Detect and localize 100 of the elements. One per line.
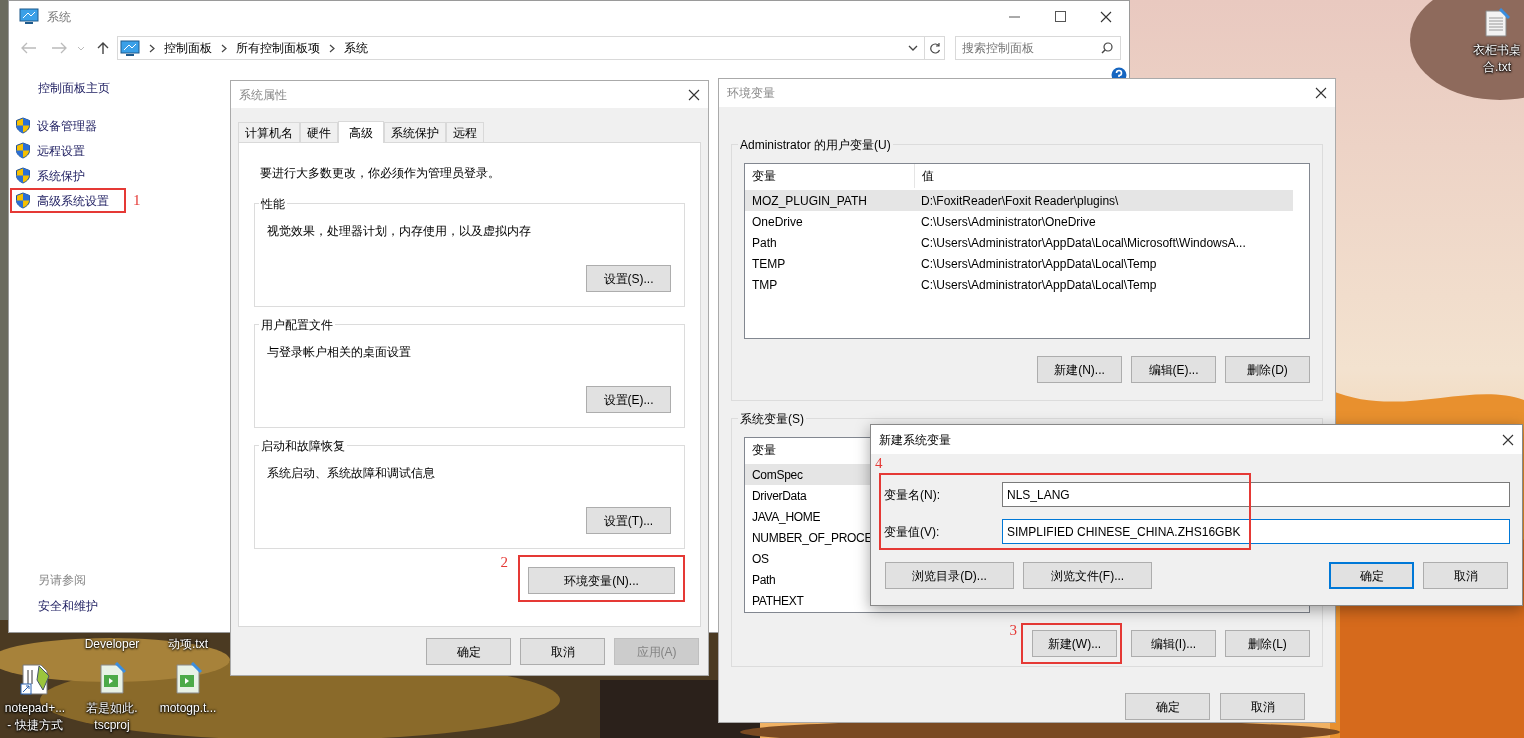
tab[interactable]: 高级 [338,121,384,143]
table-cell-text: Path [751,571,776,589]
breadcrumb-link[interactable]: 控制面板 [164,39,212,57]
home-link[interactable]: 控制面板主页 [38,79,224,97]
close-icon[interactable] [1502,433,1514,446]
group-title: 性能 [259,195,287,213]
new-button[interactable]: 新建(N)... [1037,356,1122,383]
group-title: Administrator 的用户变量(U) [738,136,893,154]
sidebar-link[interactable]: 安全和维护 [38,597,224,615]
cancel-button[interactable]: 取消 [520,638,605,665]
video-file-icon[interactable] [174,662,202,696]
settings-button[interactable]: 设置(S)... [586,265,671,292]
sidebar-link[interactable]: 设备管理器 [10,113,126,138]
ok-button[interactable]: 确定 [426,638,511,665]
shield-icon [15,142,31,159]
icon-label: 动项.txt [167,636,209,653]
sidebar-link[interactable]: 高级系统设置 [10,188,126,213]
field-label: 变量值(V): [884,523,941,541]
table-cell-text: MOZ_PLUGIN_PATH [751,192,868,210]
icon-label: motogp.t... [159,700,217,717]
settings-button[interactable]: 设置(T)... [586,507,671,534]
sidebar-link[interactable]: 系统保护 [10,163,126,188]
column-header[interactable]: 值 [915,164,1293,188]
callout-number: 4 [875,456,883,471]
table-cell-text: ComSpec [751,466,803,484]
section-heading: 另请参阅 [38,572,87,589]
group-description: 视觉效果，处理器计划，内存使用，以及虚拟内存 [267,223,532,240]
computer-icon [120,39,140,57]
sidebar-link[interactable]: 远程设置 [10,138,126,163]
delete-button[interactable]: 删除(L) [1225,630,1310,657]
dropdown-caret-icon[interactable] [908,45,918,51]
group-title: 系统变量(S) [738,410,806,428]
close-icon [1100,10,1112,23]
table-cell-text: JAVA_HOME [751,508,821,526]
group-title: 用户配置文件 [259,316,335,334]
shield-icon [15,167,31,184]
edit-button[interactable]: 编辑(E)... [1131,356,1216,383]
breadcrumb-link[interactable]: 系统 [344,39,368,57]
tab[interactable]: 系统保护 [384,122,446,142]
notice-text: 要进行大多数更改，你必须作为管理员登录。 [260,165,501,182]
group-description: 与登录帐户相关的桌面设置 [267,344,412,361]
input-field[interactable]: SIMPLIFIED CHINESE_CHINA.ZHS16GBK [1002,519,1510,544]
table-cell-text: C:\Users\Administrator\AppData\Local\Microsoft\WindowsA... [920,234,1247,252]
dialog-title: 系统属性 [239,86,287,104]
browse-directory-button[interactable]: 浏览目录(D)... [885,562,1014,589]
close-icon[interactable] [688,88,700,101]
tab[interactable]: 硬件 [300,122,338,142]
group-title: 启动和故障恢复 [259,437,347,455]
icon-label: 若是如此. tscproj [86,700,138,734]
cancel-button[interactable]: 取消 [1423,562,1508,589]
video-file-icon[interactable] [98,662,126,696]
ok-button[interactable]: 确定 [1125,693,1210,720]
window-title: 系统 [47,8,71,26]
search-icon [1101,42,1113,54]
edit-button[interactable]: 编辑(I)... [1131,630,1216,657]
table-cell-text: Path [751,234,778,252]
icon-label: 衣柜书桌 合.txt [1473,42,1521,76]
table-cell-text: NUMBER_OF_PROCE [751,529,873,547]
table-cell-text: OS [751,550,769,568]
icon-label: Developer [83,636,141,653]
table-cell-text: C:\Users\Administrator\AppData\Local\Temp [920,276,1158,294]
chevron-icon [148,43,156,53]
table-cell-text: TMP [751,276,779,294]
column-header[interactable]: 变量 [745,164,915,188]
maximize-icon [1054,11,1066,22]
callout-number: 2 [500,555,508,570]
shield-icon [15,192,31,209]
address-bar[interactable]: 控制面板 所有控制面板项 系统 [117,36,945,60]
input-field[interactable]: NLS_LANG [1002,482,1510,507]
delete-button[interactable]: 删除(D) [1225,356,1310,383]
new-button[interactable]: 新建(W)... [1032,630,1117,657]
table-cell-text: D:\FoxitReader\Foxit Reader\plugins\ [920,192,1120,210]
table-cell-text: C:\Users\Administrator\OneDrive [920,213,1097,231]
table-cell-text: TEMP [751,255,787,273]
search-field[interactable]: 搜索控制面板 [955,36,1121,60]
table-cell-text: OneDrive [751,213,804,231]
cancel-button[interactable]: 取消 [1220,693,1305,720]
tab[interactable]: 计算机名 [238,122,300,142]
ok-button[interactable]: 确定 [1329,562,1414,589]
callout-number: 1 [133,193,141,208]
close-icon[interactable] [1315,87,1327,99]
text-file-icon[interactable] [1484,8,1510,38]
table-cell-text: PATHEXT [751,592,804,610]
breadcrumb-link[interactable]: 所有控制面板项 [236,39,320,57]
table-cell-text: DriverData [751,487,807,505]
browse-file-button[interactable]: 浏览文件(F)... [1023,562,1152,589]
shield-icon [15,117,31,134]
up-arrow-icon[interactable] [97,41,109,55]
table-cell-text: C:\Users\Administrator\AppData\Local\Temp [920,255,1158,273]
computer-icon [19,8,39,25]
notepad-icon[interactable] [19,662,51,696]
group-description: 系统启动、系统故障和调试信息 [267,465,436,482]
tab[interactable]: 远程 [446,122,484,142]
minimize-icon [1008,15,1020,18]
dialog-title: 新建系统变量 [879,431,951,449]
environment-variables-button[interactable]: 环境变量(N)... [528,567,675,594]
chevron-icon [220,43,228,53]
settings-button[interactable]: 设置(E)... [586,386,671,413]
icon-label: notepad+... - 快捷方式 [4,700,66,734]
selected-row[interactable]: MOZ_PLUGIN_PATH D:\FoxitReader\Foxit Reader\plugins\ [745,190,1293,211]
